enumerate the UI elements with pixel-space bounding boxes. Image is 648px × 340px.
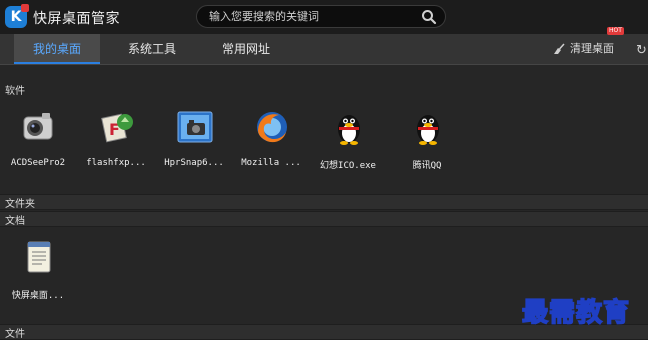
tab-common-sites[interactable]: 常用网址 (206, 34, 286, 64)
section-documents-label: 文档 (5, 216, 25, 227)
tab-bar: 我的桌面 系统工具 常用网址 (0, 34, 648, 65)
qq-penguin-icon (338, 115, 360, 145)
section-folders-label: 文件夹 (5, 199, 35, 210)
search-input[interactable] (209, 9, 409, 24)
watermark: 最需教育 (521, 297, 631, 329)
desktop-item-label: HprSnap6... (164, 158, 224, 168)
section-divider (0, 211, 648, 227)
app-title: 快屏桌面管家 (33, 11, 120, 27)
firefox-icon (257, 112, 287, 143)
app-logo-icon: K (5, 4, 29, 28)
tab-my-desktop[interactable]: 我的桌面 (14, 34, 100, 64)
desktop-item-label: 腾讯QQ (412, 161, 442, 171)
clean-desktop-label: 清理桌面 (570, 42, 614, 55)
notepad-icon (27, 241, 51, 273)
desktop-item-label: ACDSeePro2 (10, 158, 66, 168)
flashfxp-icon: F (101, 113, 133, 143)
section-divider (0, 194, 648, 210)
search-icon[interactable] (421, 9, 437, 25)
tab-system-tools[interactable]: 系统工具 (112, 34, 192, 64)
desktop-item-label: 幻想ICO.exe (320, 161, 376, 171)
title-bar: K 快屏桌面管家 (0, 0, 648, 34)
desktop-item-label: Mozilla ... (241, 158, 301, 168)
refresh-icon[interactable]: ↻ (636, 43, 648, 57)
clean-desktop-button[interactable]: 清理桌面 (552, 34, 614, 64)
search-box[interactable] (196, 5, 446, 28)
acdsee-icon (23, 113, 53, 140)
desktop-item-label: 快屏桌面... (11, 291, 65, 301)
section-software-label: 软件 (5, 86, 25, 97)
hypersnap-icon (177, 111, 213, 143)
hot-badge: HOT (607, 27, 624, 35)
desktop-item-label: flashfxp... (86, 158, 146, 168)
qq-penguin-icon (417, 115, 439, 145)
broom-icon (554, 43, 565, 54)
